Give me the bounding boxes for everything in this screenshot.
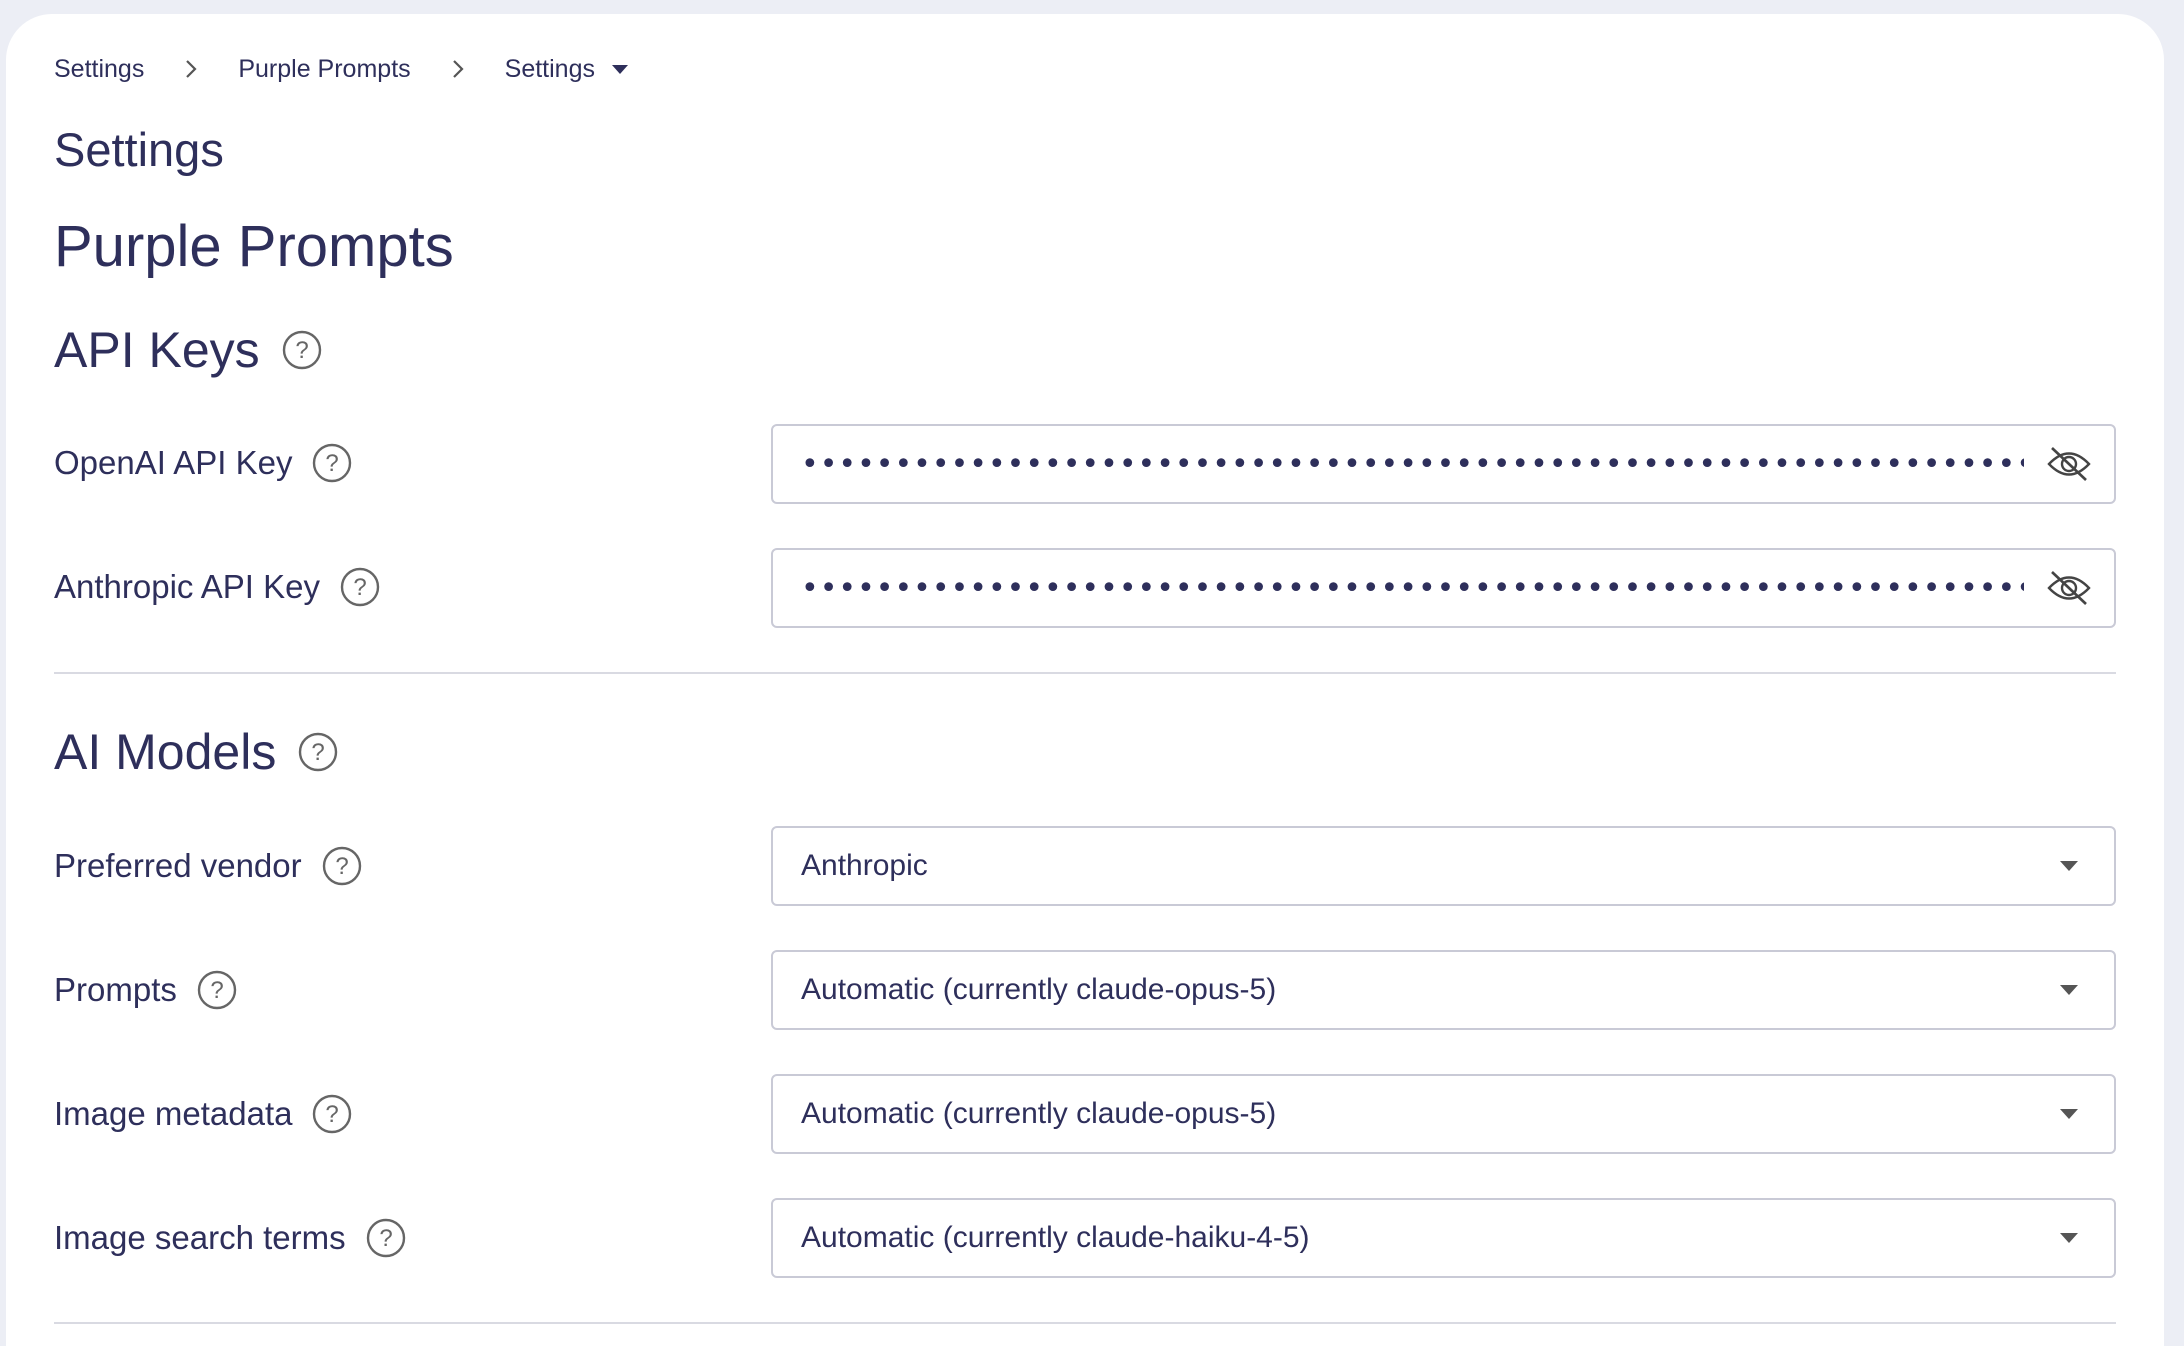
prompts-label-text: Prompts — [54, 971, 177, 1008]
caret-down-icon — [611, 63, 629, 75]
api-keys-heading-text: API Keys — [54, 322, 260, 378]
svg-text:?: ? — [210, 977, 223, 1004]
svg-text:?: ? — [312, 739, 325, 766]
image-search-terms-model-value: Automatic (currently claude-haiku-4-5) — [801, 1221, 1310, 1254]
anthropic-api-key-value[interactable]: ••••••••••••••••••••••••••••••••••••••••… — [773, 571, 2024, 606]
caret-down-icon[interactable] — [2024, 1200, 2114, 1276]
question-circle-icon[interactable]: ? — [340, 567, 380, 607]
openai-api-key-input[interactable]: ••••••••••••••••••••••••••••••••••••••••… — [771, 424, 2116, 504]
image-metadata-label: Image metadata ? — [54, 1093, 352, 1135]
svg-text:?: ? — [335, 853, 348, 880]
openai-api-key-label-text: OpenAI API Key — [54, 444, 293, 481]
breadcrumb-settings-dropdown[interactable]: Settings — [505, 55, 629, 84]
api-keys-heading: API Keys ? — [54, 318, 322, 382]
question-circle-icon[interactable]: ? — [298, 732, 338, 772]
preferred-vendor-value: Anthropic — [801, 849, 928, 882]
anthropic-api-key-label-text: Anthropic API Key — [54, 568, 320, 605]
chevron-right-icon — [184, 58, 198, 80]
caret-down-icon[interactable] — [2024, 828, 2114, 904]
question-circle-icon[interactable]: ? — [312, 443, 352, 483]
image-metadata-model-select[interactable]: Automatic (currently claude-opus-5) — [771, 1074, 2116, 1154]
svg-text:?: ? — [353, 574, 366, 601]
ai-models-heading-text: AI Models — [54, 724, 277, 780]
section-divider — [54, 672, 2116, 674]
image-metadata-model-value: Automatic (currently claude-opus-5) — [801, 1097, 1277, 1130]
openai-api-key-label: OpenAI API Key ? — [54, 442, 352, 484]
svg-text:?: ? — [326, 450, 339, 477]
section-divider — [54, 1322, 2116, 1324]
caret-down-icon[interactable] — [2024, 1076, 2114, 1152]
ai-models-heading: AI Models ? — [54, 720, 338, 784]
breadcrumb: Settings Purple Prompts Settings — [54, 52, 629, 86]
page-title: Settings — [54, 123, 224, 176]
svg-text:?: ? — [326, 1101, 339, 1128]
preferred-vendor-label: Preferred vendor ? — [54, 845, 362, 887]
svg-text:?: ? — [295, 337, 308, 364]
prompts-model-select[interactable]: Automatic (currently claude-opus-5) — [771, 950, 2116, 1030]
breadcrumb-settings-label: Settings — [504, 54, 595, 83]
openai-api-key-value[interactable]: ••••••••••••••••••••••••••••••••••••••••… — [773, 447, 2024, 482]
image-search-terms-model-select[interactable]: Automatic (currently claude-haiku-4-5) — [771, 1198, 2116, 1278]
svg-text:?: ? — [379, 1225, 392, 1252]
question-circle-icon[interactable]: ? — [366, 1218, 406, 1258]
project-title: Purple Prompts — [54, 214, 454, 279]
preferred-vendor-label-text: Preferred vendor — [54, 847, 302, 884]
prompts-model-value: Automatic (currently claude-opus-5) — [801, 973, 1277, 1006]
image-metadata-label-text: Image metadata — [54, 1095, 293, 1132]
question-circle-icon[interactable]: ? — [312, 1094, 352, 1134]
anthropic-api-key-input[interactable]: ••••••••••••••••••••••••••••••••••••••••… — [771, 548, 2116, 628]
image-search-terms-label: Image search terms ? — [54, 1217, 406, 1259]
question-circle-icon[interactable]: ? — [282, 330, 322, 370]
anthropic-api-key-label: Anthropic API Key ? — [54, 566, 380, 608]
prompts-label: Prompts ? — [54, 969, 237, 1011]
breadcrumb-settings[interactable]: Settings — [54, 55, 144, 84]
question-circle-icon[interactable]: ? — [197, 970, 237, 1010]
chevron-right-icon — [451, 58, 465, 80]
breadcrumb-purple-prompts[interactable]: Purple Prompts — [238, 55, 410, 84]
eye-off-icon[interactable] — [2024, 426, 2114, 502]
eye-off-icon[interactable] — [2024, 550, 2114, 626]
question-circle-icon[interactable]: ? — [322, 846, 362, 886]
caret-down-icon[interactable] — [2024, 952, 2114, 1028]
image-search-terms-label-text: Image search terms — [54, 1219, 346, 1256]
preferred-vendor-select[interactable]: Anthropic — [771, 826, 2116, 906]
